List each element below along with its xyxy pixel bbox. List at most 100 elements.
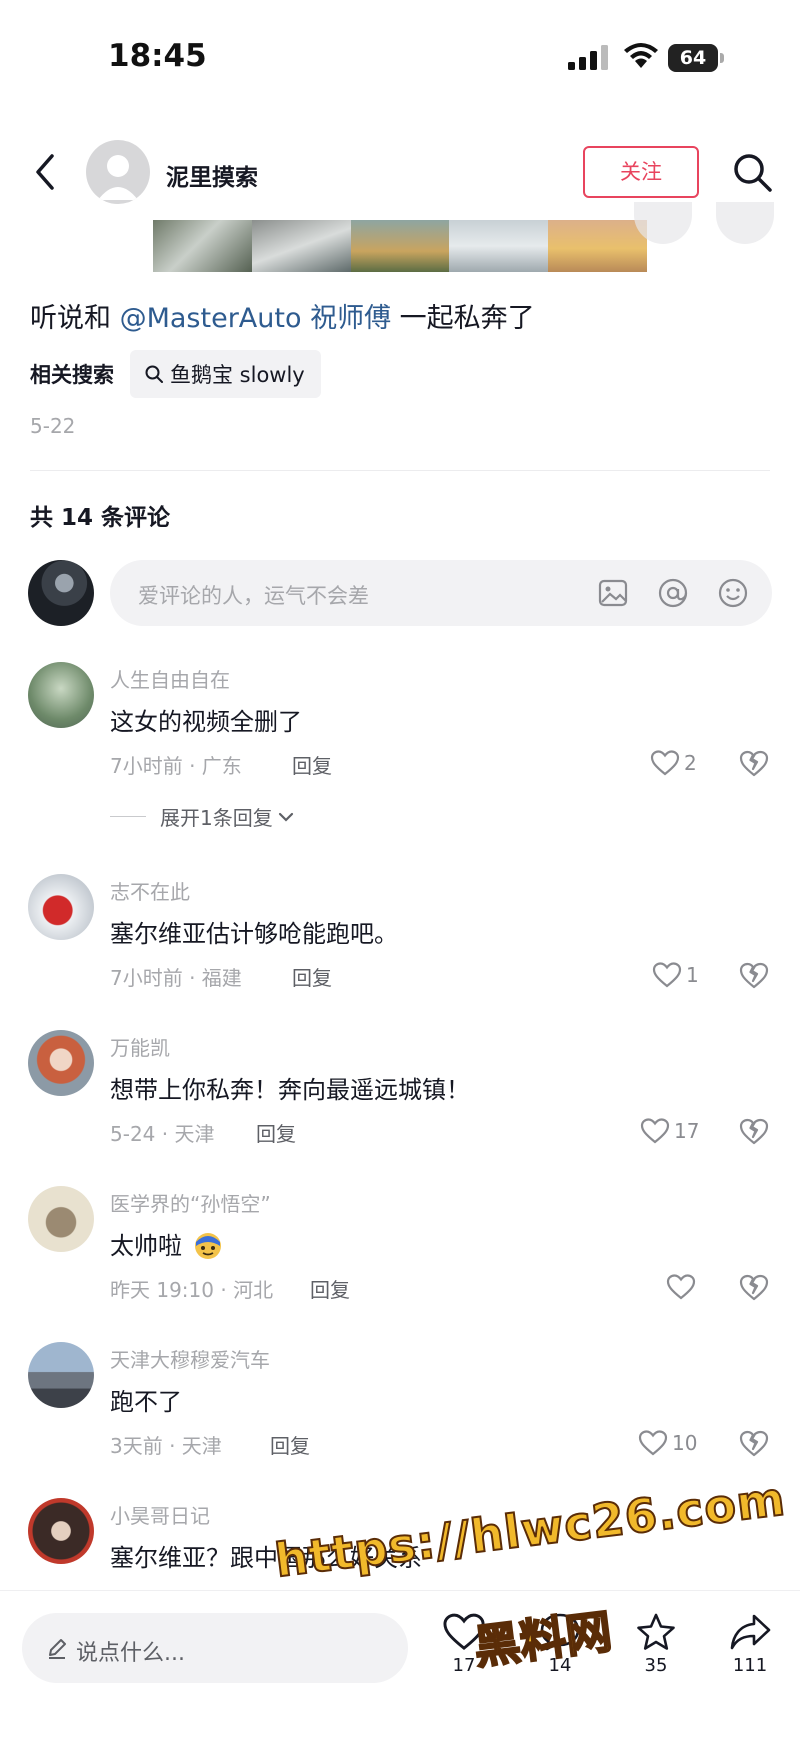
caption-text: 听说和 [30, 303, 120, 334]
dislike-icon[interactable] [738, 748, 770, 778]
chevron-down-icon [278, 812, 293, 822]
comment-meta: 7小时前 · 福建 [110, 966, 242, 990]
post-caption: 听说和 @MasterAuto 祝师傅 一起私奔了 [30, 296, 535, 335]
dislike-icon[interactable] [738, 1428, 770, 1458]
comment-text: 太帅啦 [110, 1226, 224, 1261]
like-count: 10 [672, 1431, 698, 1455]
like-button[interactable]: 1 [652, 960, 699, 990]
say-something-placeholder: 说点什么... [76, 1641, 185, 1666]
expand-replies-label: 展开1条回复 [160, 806, 273, 830]
heart-icon [652, 962, 682, 988]
commenter-name[interactable]: 天津大穆穆爱汽车 [110, 1344, 270, 1373]
comment-input-placeholder: 爱评论的人，运气不会差 [138, 584, 369, 608]
current-user-avatar[interactable] [28, 560, 94, 626]
commenter-name[interactable]: 人生自由自在 [110, 664, 230, 693]
post-image-thumb[interactable] [153, 220, 252, 272]
search-icon [145, 365, 163, 383]
comment-text-content: 太帅啦 [110, 1232, 182, 1260]
dislike-icon[interactable] [738, 1116, 770, 1146]
emoji-sticker-icon [194, 1233, 221, 1259]
related-search: 相关搜索 鱼鹅宝 slowly [30, 350, 321, 398]
commenter-avatar[interactable] [28, 1186, 94, 1252]
reply-button[interactable]: 回复 [292, 750, 332, 779]
like-button[interactable]: 2 [650, 748, 697, 778]
post-image-strip[interactable] [153, 220, 647, 272]
search-icon[interactable] [730, 150, 774, 194]
related-search-label: 相关搜索 [30, 363, 114, 387]
emoji-icon[interactable] [716, 576, 750, 610]
caption-text: 一起私奔了 [391, 303, 535, 334]
commenter-name[interactable]: 小昊哥日记 [110, 1500, 210, 1529]
image-overlay-button[interactable] [716, 202, 774, 244]
comment-meta: 昨天 19:10 · 河北 [110, 1278, 274, 1302]
author-avatar[interactable] [86, 140, 150, 204]
post-image-thumb[interactable] [548, 220, 647, 272]
like-button[interactable]: 10 [638, 1428, 697, 1458]
post-share-button[interactable]: 111 [715, 1611, 785, 1676]
like-count: 1 [686, 963, 699, 987]
wifi-icon [624, 43, 658, 68]
heart-icon [640, 1118, 670, 1144]
post-date: 5-22 [30, 414, 76, 438]
commenter-avatar[interactable] [28, 1030, 94, 1096]
commenter-avatar[interactable] [28, 662, 94, 728]
say-something-input[interactable]: 说点什么... [22, 1613, 408, 1683]
caption-mention-link[interactable]: @MasterAuto 祝师傅 [120, 303, 391, 334]
battery-indicator: 64 [668, 44, 724, 72]
like-count: 17 [674, 1119, 700, 1143]
back-icon[interactable] [28, 148, 64, 196]
status-time: 18:45 [108, 38, 207, 74]
at-icon[interactable] [656, 576, 690, 610]
comment-meta: 7小时前 · 广东 [110, 754, 242, 778]
author-name[interactable]: 泥里摸索 [166, 158, 258, 192]
commenter-name[interactable]: 万能凯 [110, 1032, 170, 1061]
like-button[interactable]: 17 [640, 1116, 699, 1146]
comment-text: 想带上你私奔！奔向最遥远城镇！ [110, 1076, 470, 1104]
dislike-icon[interactable] [738, 960, 770, 990]
comment-input[interactable]: 爱评论的人，运气不会差 [110, 560, 772, 626]
heart-icon [638, 1430, 668, 1456]
comment-text: 塞尔维亚估计够呛能跑吧。 [110, 920, 398, 948]
like-button[interactable] [666, 1272, 700, 1302]
heart-icon [666, 1274, 696, 1300]
like-count: 2 [684, 751, 697, 775]
comment-count-heading: 共 14 条评论 [30, 505, 171, 531]
image-icon[interactable] [596, 576, 630, 610]
comment-text: 跑不了 [110, 1388, 182, 1416]
post-image-thumb[interactable] [251, 220, 351, 272]
commenter-avatar[interactable] [28, 1498, 94, 1564]
commenter-avatar[interactable] [28, 874, 94, 940]
reply-button[interactable]: 回复 [292, 962, 332, 991]
commenter-name[interactable]: 志不在此 [110, 876, 190, 905]
post-share-count: 111 [732, 1655, 768, 1676]
reply-button[interactable]: 回复 [270, 1430, 310, 1459]
dislike-icon[interactable] [738, 1272, 770, 1302]
post-image-thumb[interactable] [449, 220, 549, 272]
share-icon [730, 1614, 771, 1650]
comment-meta: 3天前 · 天津 [110, 1434, 222, 1458]
watermark-url: https://hlwc26.com [271, 1470, 789, 1588]
expand-replies-button[interactable]: 展开1条回复 [110, 802, 295, 831]
commenter-avatar[interactable] [28, 1342, 94, 1408]
related-search-query: 鱼鹅宝 slowly [170, 363, 305, 387]
status-bar: 18:45 64 [0, 0, 800, 110]
reply-button[interactable]: 回复 [310, 1274, 350, 1303]
cellular-signal-icon [568, 45, 608, 70]
heart-icon [650, 750, 680, 776]
related-search-chip[interactable]: 鱼鹅宝 slowly [130, 350, 321, 398]
post-favorite-count: 35 [644, 1655, 668, 1676]
commenter-name[interactable]: 医学界的“孙悟空” [110, 1188, 271, 1217]
battery-level: 64 [668, 44, 718, 72]
comment-meta: 5-24 · 天津 [110, 1122, 215, 1146]
divider [30, 470, 770, 471]
follow-button[interactable]: 关注 [583, 146, 699, 198]
post-favorite-button[interactable]: 35 [621, 1611, 691, 1676]
bottom-action-bar: 说点什么... 17 14 35 111 [0, 1590, 800, 1739]
star-icon [637, 1613, 675, 1650]
default-avatar-icon [98, 155, 138, 200]
pen-icon [49, 1639, 66, 1659]
reply-button[interactable]: 回复 [256, 1118, 296, 1147]
battery-cap [720, 53, 724, 63]
comment-text: 这女的视频全删了 [110, 708, 302, 736]
post-image-thumb[interactable] [350, 220, 450, 272]
